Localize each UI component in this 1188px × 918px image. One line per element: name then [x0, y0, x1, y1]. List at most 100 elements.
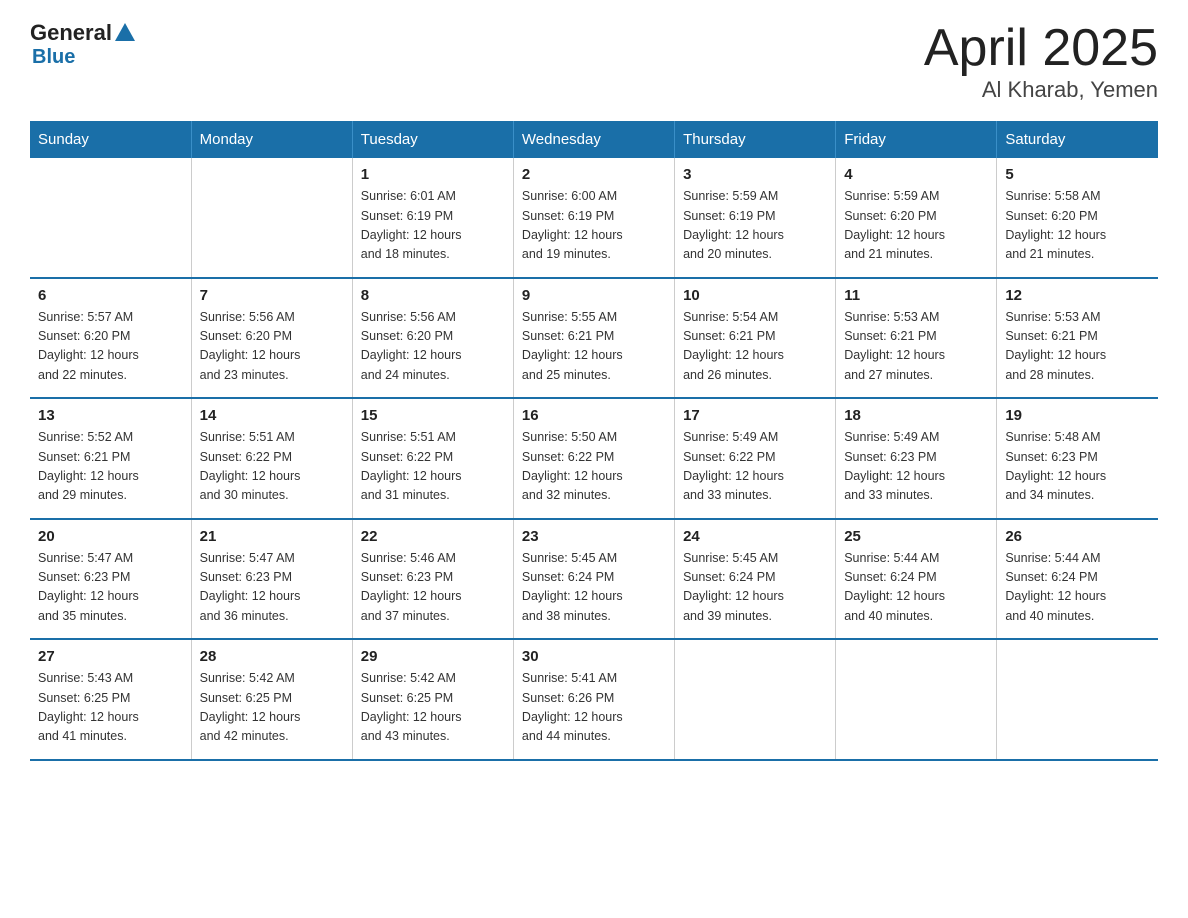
day-info: Sunrise: 5:44 AM Sunset: 6:24 PM Dayligh…: [844, 549, 988, 627]
header-row: Sunday Monday Tuesday Wednesday Thursday…: [30, 121, 1158, 158]
header-wednesday: Wednesday: [513, 121, 674, 158]
day-cell: 29 Sunrise: 5:42 AM Sunset: 6:25 PM Dayli…: [352, 639, 513, 760]
day-info: Sunrise: 5:50 AM Sunset: 6:22 PM Dayligh…: [522, 428, 666, 506]
week-row-3: 13 Sunrise: 5:52 AM Sunset: 6:21 PM Dayli…: [30, 398, 1158, 519]
logo: General Blue: [30, 20, 135, 69]
header-thursday: Thursday: [675, 121, 836, 158]
day-info: Sunrise: 5:45 AM Sunset: 6:24 PM Dayligh…: [522, 549, 666, 627]
day-info: Sunrise: 5:56 AM Sunset: 6:20 PM Dayligh…: [361, 308, 505, 386]
day-number: 30: [522, 648, 666, 665]
day-number: 29: [361, 648, 505, 665]
day-number: 3: [683, 166, 827, 183]
day-cell: 10 Sunrise: 5:54 AM Sunset: 6:21 PM Dayli…: [675, 278, 836, 399]
day-number: 23: [522, 528, 666, 545]
day-number: 26: [1005, 528, 1150, 545]
day-info: Sunrise: 6:01 AM Sunset: 6:19 PM Dayligh…: [361, 187, 505, 265]
day-number: 24: [683, 528, 827, 545]
day-number: 10: [683, 287, 827, 304]
day-number: 14: [200, 407, 344, 424]
day-cell: 13 Sunrise: 5:52 AM Sunset: 6:21 PM Dayli…: [30, 398, 191, 519]
day-cell: 3 Sunrise: 5:59 AM Sunset: 6:19 PM Daylig…: [675, 158, 836, 278]
day-cell: 27Sunrise: 5:43 AM Sunset: 6:25 PM Dayli…: [30, 639, 191, 760]
day-cell: 7 Sunrise: 5:56 AM Sunset: 6:20 PM Daylig…: [191, 278, 352, 399]
day-info: Sunrise: 6:00 AM Sunset: 6:19 PM Dayligh…: [522, 187, 666, 265]
day-cell: 1 Sunrise: 6:01 AM Sunset: 6:19 PM Daylig…: [352, 158, 513, 278]
day-info: Sunrise: 5:47 AM Sunset: 6:23 PM Dayligh…: [38, 549, 183, 627]
week-row-4: 20 Sunrise: 5:47 AM Sunset: 6:23 PM Dayli…: [30, 519, 1158, 640]
day-info: Sunrise: 5:59 AM Sunset: 6:20 PM Dayligh…: [844, 187, 988, 265]
day-cell: [191, 158, 352, 278]
day-cell: [836, 639, 997, 760]
day-cell: 8 Sunrise: 5:56 AM Sunset: 6:20 PM Daylig…: [352, 278, 513, 399]
day-info: Sunrise: 5:52 AM Sunset: 6:21 PM Dayligh…: [38, 428, 183, 506]
day-cell: 19 Sunrise: 5:48 AM Sunset: 6:23 PM Dayli…: [997, 398, 1158, 519]
day-cell: 12Sunrise: 5:53 AM Sunset: 6:21 PM Dayli…: [997, 278, 1158, 399]
logo-blue-text: Blue: [32, 46, 75, 69]
day-info: Sunrise: 5:53 AM Sunset: 6:21 PM Dayligh…: [844, 308, 988, 386]
day-number: 21: [200, 528, 344, 545]
day-number: 27: [38, 648, 183, 665]
day-cell: 23 Sunrise: 5:45 AM Sunset: 6:24 PM Dayli…: [513, 519, 674, 640]
day-info: Sunrise: 5:45 AM Sunset: 6:24 PM Dayligh…: [683, 549, 827, 627]
day-number: 18: [844, 407, 988, 424]
day-cell: 16 Sunrise: 5:50 AM Sunset: 6:22 PM Dayli…: [513, 398, 674, 519]
day-info: Sunrise: 5:42 AM Sunset: 6:25 PM Dayligh…: [361, 669, 505, 747]
day-cell: 6 Sunrise: 5:57 AM Sunset: 6:20 PM Daylig…: [30, 278, 191, 399]
day-info: Sunrise: 5:57 AM Sunset: 6:20 PM Dayligh…: [38, 308, 183, 386]
day-info: Sunrise: 5:59 AM Sunset: 6:19 PM Dayligh…: [683, 187, 827, 265]
day-number: 20: [38, 528, 183, 545]
day-number: 25: [844, 528, 988, 545]
day-info: Sunrise: 5:51 AM Sunset: 6:22 PM Dayligh…: [200, 428, 344, 506]
logo-top: General: [30, 20, 135, 46]
page-title: April 2025: [924, 20, 1158, 77]
day-cell: 25 Sunrise: 5:44 AM Sunset: 6:24 PM Dayli…: [836, 519, 997, 640]
day-cell: 20 Sunrise: 5:47 AM Sunset: 6:23 PM Dayli…: [30, 519, 191, 640]
day-cell: 28 Sunrise: 5:42 AM Sunset: 6:25 PM Dayli…: [191, 639, 352, 760]
day-cell: [30, 158, 191, 278]
header-monday: Monday: [191, 121, 352, 158]
day-cell: [997, 639, 1158, 760]
day-number: 8: [361, 287, 505, 304]
calendar-table: Sunday Monday Tuesday Wednesday Thursday…: [30, 121, 1158, 761]
header-friday: Friday: [836, 121, 997, 158]
week-row-1: 1 Sunrise: 6:01 AM Sunset: 6:19 PM Daylig…: [30, 158, 1158, 278]
day-info: Sunrise: 5:56 AM Sunset: 6:20 PM Dayligh…: [200, 308, 344, 386]
day-cell: 18 Sunrise: 5:49 AM Sunset: 6:23 PM Dayli…: [836, 398, 997, 519]
week-row-5: 27Sunrise: 5:43 AM Sunset: 6:25 PM Dayli…: [30, 639, 1158, 760]
day-info: Sunrise: 5:48 AM Sunset: 6:23 PM Dayligh…: [1005, 428, 1150, 506]
day-info: Sunrise: 5:54 AM Sunset: 6:21 PM Dayligh…: [683, 308, 827, 386]
day-info: Sunrise: 5:49 AM Sunset: 6:22 PM Dayligh…: [683, 428, 827, 506]
day-info: Sunrise: 5:41 AM Sunset: 6:26 PM Dayligh…: [522, 669, 666, 747]
day-number: 13: [38, 407, 183, 424]
day-cell: 5 Sunrise: 5:58 AM Sunset: 6:20 PM Daylig…: [997, 158, 1158, 278]
day-cell: 14 Sunrise: 5:51 AM Sunset: 6:22 PM Dayli…: [191, 398, 352, 519]
header-tuesday: Tuesday: [352, 121, 513, 158]
day-number: 28: [200, 648, 344, 665]
day-number: 6: [38, 287, 183, 304]
logo-general-text: General: [30, 20, 112, 46]
day-cell: 30 Sunrise: 5:41 AM Sunset: 6:26 PM Dayli…: [513, 639, 674, 760]
day-number: 12: [1005, 287, 1150, 304]
day-cell: 24 Sunrise: 5:45 AM Sunset: 6:24 PM Dayli…: [675, 519, 836, 640]
day-number: 16: [522, 407, 666, 424]
day-number: 22: [361, 528, 505, 545]
day-info: Sunrise: 5:58 AM Sunset: 6:20 PM Dayligh…: [1005, 187, 1150, 265]
day-cell: 21Sunrise: 5:47 AM Sunset: 6:23 PM Dayli…: [191, 519, 352, 640]
day-cell: 15Sunrise: 5:51 AM Sunset: 6:22 PM Dayli…: [352, 398, 513, 519]
day-number: 7: [200, 287, 344, 304]
day-number: 2: [522, 166, 666, 183]
header-saturday: Saturday: [997, 121, 1158, 158]
day-cell: [675, 639, 836, 760]
day-cell: 11Sunrise: 5:53 AM Sunset: 6:21 PM Dayli…: [836, 278, 997, 399]
page-subtitle: Al Kharab, Yemen: [924, 77, 1158, 103]
day-cell: 17 Sunrise: 5:49 AM Sunset: 6:22 PM Dayli…: [675, 398, 836, 519]
day-info: Sunrise: 5:49 AM Sunset: 6:23 PM Dayligh…: [844, 428, 988, 506]
day-number: 17: [683, 407, 827, 424]
day-number: 5: [1005, 166, 1150, 183]
day-number: 19: [1005, 407, 1150, 424]
day-cell: 2 Sunrise: 6:00 AM Sunset: 6:19 PM Daylig…: [513, 158, 674, 278]
day-cell: 22Sunrise: 5:46 AM Sunset: 6:23 PM Dayli…: [352, 519, 513, 640]
day-info: Sunrise: 5:42 AM Sunset: 6:25 PM Dayligh…: [200, 669, 344, 747]
day-number: 15: [361, 407, 505, 424]
day-number: 1: [361, 166, 505, 183]
